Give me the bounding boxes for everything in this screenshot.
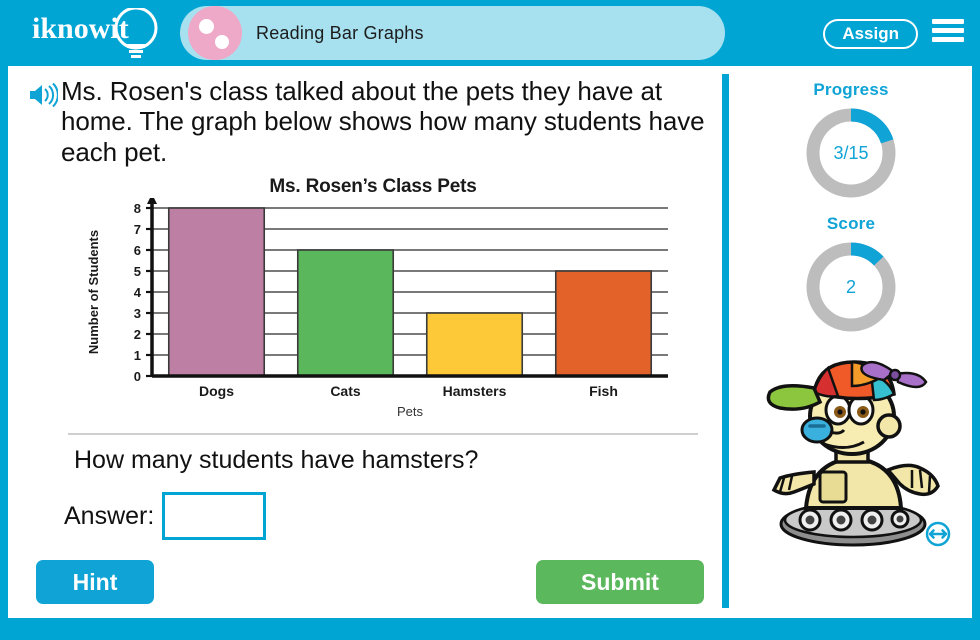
svg-text:2: 2	[134, 327, 141, 342]
sidebar-panel: Progress 3/15 Score 2	[730, 66, 972, 618]
bar-hamsters	[425, 312, 524, 377]
iknowit-logo[interactable]: iknowit	[28, 8, 178, 60]
submit-button[interactable]: Submit	[536, 560, 704, 604]
svg-text:Dogs: Dogs	[199, 383, 234, 399]
svg-text:Fish: Fish	[589, 383, 618, 399]
answer-label: Answer:	[64, 501, 155, 530]
chart-title: Ms. Rosen’s Class Pets	[269, 176, 477, 197]
main-panel: Ms. Rosen's class talked about the pets …	[8, 66, 722, 618]
svg-text:Hamsters: Hamsters	[443, 383, 507, 399]
svg-text:1: 1	[134, 348, 141, 363]
speaker-audio-icon[interactable]	[28, 82, 58, 108]
score-meter: Score 2	[730, 214, 972, 336]
section-divider	[68, 433, 698, 435]
svg-text:iknowit: iknowit	[32, 12, 129, 45]
progress-label: Progress	[813, 80, 889, 99]
svg-text:0: 0	[134, 369, 141, 384]
lesson-title-pill: Reading Bar Graphs	[180, 6, 725, 60]
two-dots-circle-icon	[186, 6, 242, 60]
bar-cats	[296, 249, 395, 377]
hamburger-menu-icon[interactable]	[932, 19, 964, 47]
bar-fish	[554, 270, 653, 377]
score-label: Score	[826, 214, 876, 233]
progress-meter: Progress 3/15	[730, 80, 972, 202]
svg-text:5: 5	[134, 264, 141, 279]
svg-text:3: 3	[134, 306, 141, 321]
prompt-text: Ms. Rosen's class talked about the pets …	[61, 76, 705, 167]
lightbulb-icon: iknowit	[32, 8, 158, 58]
question-text: How many students have hamsters?	[74, 446, 479, 474]
svg-text:6: 6	[134, 243, 141, 258]
lesson-title: Reading Bar Graphs	[256, 22, 424, 43]
app-window: iknowit Reading Bar Graphs Assign Ms. Ro…	[0, 0, 980, 640]
assign-button[interactable]: Assign	[823, 19, 918, 49]
svg-text:7: 7	[134, 222, 141, 237]
svg-text:Pets: Pets	[397, 404, 424, 419]
answer-input[interactable]	[162, 492, 267, 540]
svg-text:Cats: Cats	[330, 383, 361, 399]
hint-button[interactable]: Hint	[36, 560, 154, 604]
chart-plot-area: 0 1 2 3 4 5 6 7 8 Dogs Cats Hamsters Fish Pets Number …	[86, 198, 668, 419]
vertical-divider	[722, 74, 729, 608]
bar-dogs	[167, 207, 266, 377]
score-value: 2	[845, 276, 856, 297]
bar-chart: Ms. Rosen’s Class Pets 0 1 2 3 4 5 6 7 8 Dogs Cats…	[68, 176, 678, 426]
svg-text:8: 8	[134, 201, 141, 216]
svg-text:Number of Students: Number of Students	[86, 230, 101, 354]
app-header: iknowit Reading Bar Graphs Assign	[8, 0, 972, 66]
answer-row: Answer:	[64, 492, 267, 540]
svg-text:4: 4	[134, 285, 142, 300]
progress-value: 3/15	[833, 142, 869, 163]
prompt-area: Ms. Rosen's class talked about the pets …	[28, 76, 708, 167]
resize-horizontal-icon[interactable]	[925, 521, 951, 547]
